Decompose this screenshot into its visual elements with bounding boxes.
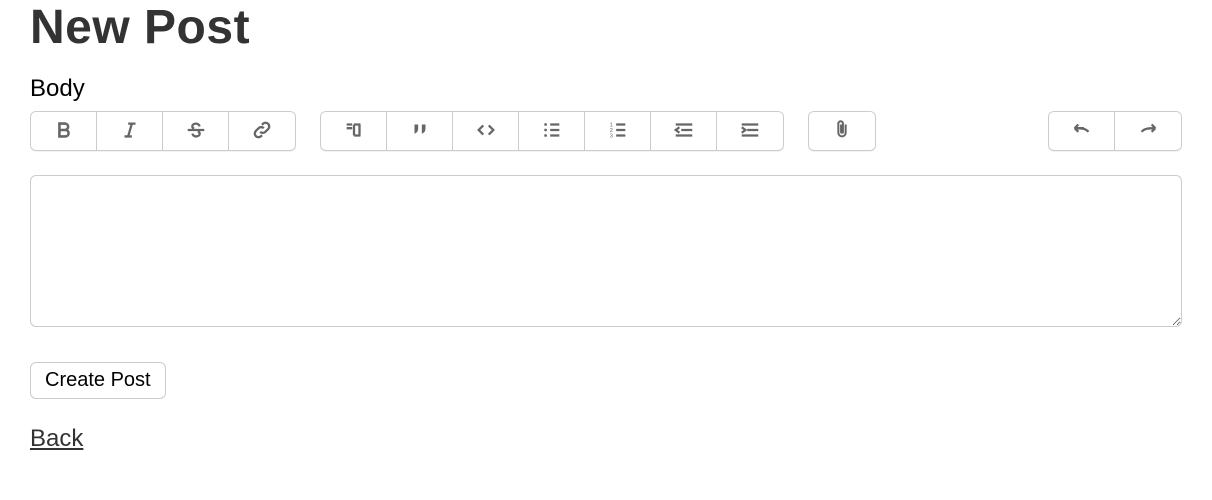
editor-toolbar: 123 <box>30 111 1182 151</box>
attachment-icon <box>831 119 853 144</box>
indent-button[interactable] <box>717 112 783 150</box>
undo-button[interactable] <box>1049 112 1115 150</box>
outdent-icon <box>673 119 695 144</box>
number-list-icon: 123 <box>607 119 629 144</box>
toolbar-group-formatting <box>30 111 296 151</box>
bullet-list-button[interactable] <box>519 112 585 150</box>
bold-button[interactable] <box>31 112 97 150</box>
link-button[interactable] <box>229 112 295 150</box>
body-editor[interactable] <box>30 175 1182 327</box>
outdent-button[interactable] <box>651 112 717 150</box>
svg-text:3: 3 <box>609 133 612 139</box>
italic-button[interactable] <box>97 112 163 150</box>
bold-icon <box>53 119 75 144</box>
code-icon <box>475 119 497 144</box>
page-title: New Post <box>30 0 1182 55</box>
toolbar-group-blocks: 123 <box>320 111 784 151</box>
redo-icon <box>1137 119 1159 144</box>
strike-icon <box>185 119 207 144</box>
link-icon <box>251 119 273 144</box>
redo-button[interactable] <box>1115 112 1181 150</box>
back-link[interactable]: Back <box>30 425 83 453</box>
heading-icon <box>343 119 365 144</box>
toolbar-group-attach <box>808 111 876 151</box>
number-list-button[interactable]: 123 <box>585 112 651 150</box>
create-post-button[interactable]: Create Post <box>30 362 166 399</box>
bullet-list-icon <box>541 119 563 144</box>
strike-button[interactable] <box>163 112 229 150</box>
undo-icon <box>1071 119 1093 144</box>
quote-icon <box>409 119 431 144</box>
indent-icon <box>739 119 761 144</box>
quote-button[interactable] <box>387 112 453 150</box>
attach-button[interactable] <box>809 112 875 150</box>
body-label: Body <box>30 75 1182 103</box>
toolbar-group-history <box>1048 111 1182 151</box>
heading-button[interactable] <box>321 112 387 150</box>
italic-icon <box>119 119 141 144</box>
code-button[interactable] <box>453 112 519 150</box>
